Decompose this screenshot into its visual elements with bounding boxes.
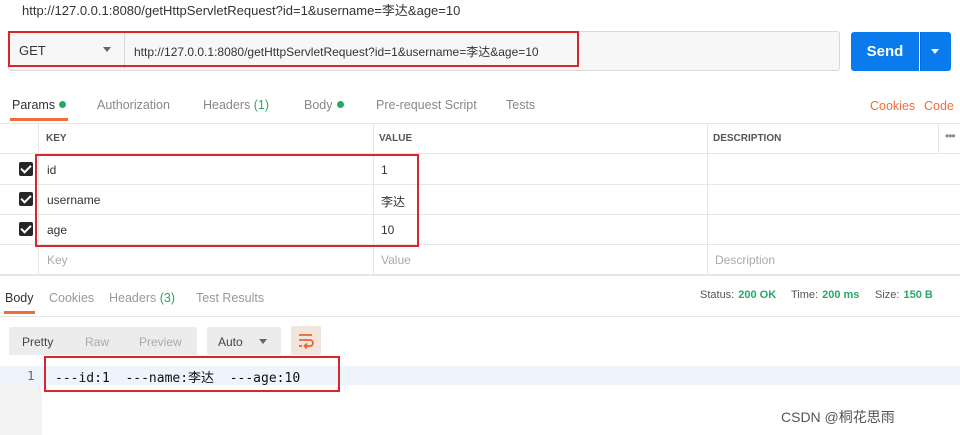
raw-button[interactable]: Raw [85, 335, 109, 349]
chevron-down-icon [259, 339, 267, 344]
tab-body[interactable]: Body [304, 98, 344, 112]
watermark: CSDN @桐花思雨 [781, 409, 895, 425]
time-readout: Time: 200 ms [791, 289, 859, 301]
tab-pre-request-script[interactable]: Pre-request Script [376, 98, 477, 112]
column-header-key: KEY [46, 133, 67, 144]
tab-response-body[interactable]: Body [5, 291, 34, 305]
tab-params[interactable]: Params [12, 98, 67, 112]
active-tab-indicator [10, 118, 68, 121]
time-value: 200 ms [822, 289, 860, 301]
wrap-lines-icon [299, 334, 314, 350]
cookies-link[interactable]: Cookies [870, 99, 915, 113]
divider [0, 123, 960, 124]
divider [0, 275, 960, 276]
status-readout: Status: 200 OK [700, 289, 776, 301]
chevron-down-icon [931, 49, 939, 54]
active-tab-indicator [4, 311, 35, 314]
tab-test-results[interactable]: Test Results [196, 291, 264, 305]
annotation-box [8, 31, 579, 67]
new-key-input[interactable]: Key [47, 253, 68, 267]
tab-tests[interactable]: Tests [506, 98, 535, 112]
time-label: Time: [791, 289, 819, 301]
status-label: Status: [700, 289, 735, 301]
tab-label: Pre-request Script [376, 98, 477, 112]
param-checkbox[interactable] [19, 162, 33, 176]
status-dot-icon [336, 101, 344, 108]
language-select-label: Auto [218, 335, 243, 349]
line-number: 1 [27, 368, 35, 383]
window-title: http://127.0.0.1:8080/getHttpServletRequ… [22, 3, 461, 18]
tab-label: Params [12, 98, 56, 112]
column-header-value: VALUE [379, 133, 413, 144]
divider [938, 123, 939, 153]
size-readout: Size: 150 B [875, 289, 933, 301]
tab-response-cookies[interactable]: Cookies [49, 291, 94, 305]
code-link[interactable]: Code [924, 99, 954, 113]
tab-label: Headers [109, 291, 157, 305]
tab-label: Authorization [97, 98, 170, 112]
tab-authorization[interactable]: Authorization [97, 98, 170, 112]
new-description-input[interactable]: Description [715, 253, 775, 267]
tab-label: Headers [203, 98, 251, 112]
param-checkbox[interactable] [19, 192, 33, 206]
tab-response-headers[interactable]: Headers (3) [109, 291, 175, 305]
new-value-input[interactable]: Value [381, 253, 411, 267]
tab-label: Tests [506, 98, 536, 112]
status-dot-icon [59, 101, 67, 108]
tab-count: (3) [159, 291, 176, 305]
tab-headers[interactable]: Headers (1) [203, 98, 269, 112]
size-label: Size: [875, 289, 900, 301]
annotation-box [35, 154, 419, 247]
pretty-button[interactable]: Pretty [22, 335, 53, 349]
divider [707, 123, 708, 274]
tab-count: (1) [253, 98, 270, 112]
status-value: 200 OK [738, 289, 777, 301]
divider [0, 316, 960, 317]
param-checkbox[interactable] [19, 222, 33, 236]
preview-button[interactable]: Preview [139, 335, 182, 349]
size-value: 150 B [903, 289, 933, 301]
send-button[interactable]: Send [851, 32, 919, 71]
more-options-icon[interactable]: ••• [945, 129, 956, 143]
annotation-box [44, 356, 340, 392]
column-header-description: DESCRIPTION [713, 133, 782, 144]
tab-label: Body [304, 98, 333, 112]
